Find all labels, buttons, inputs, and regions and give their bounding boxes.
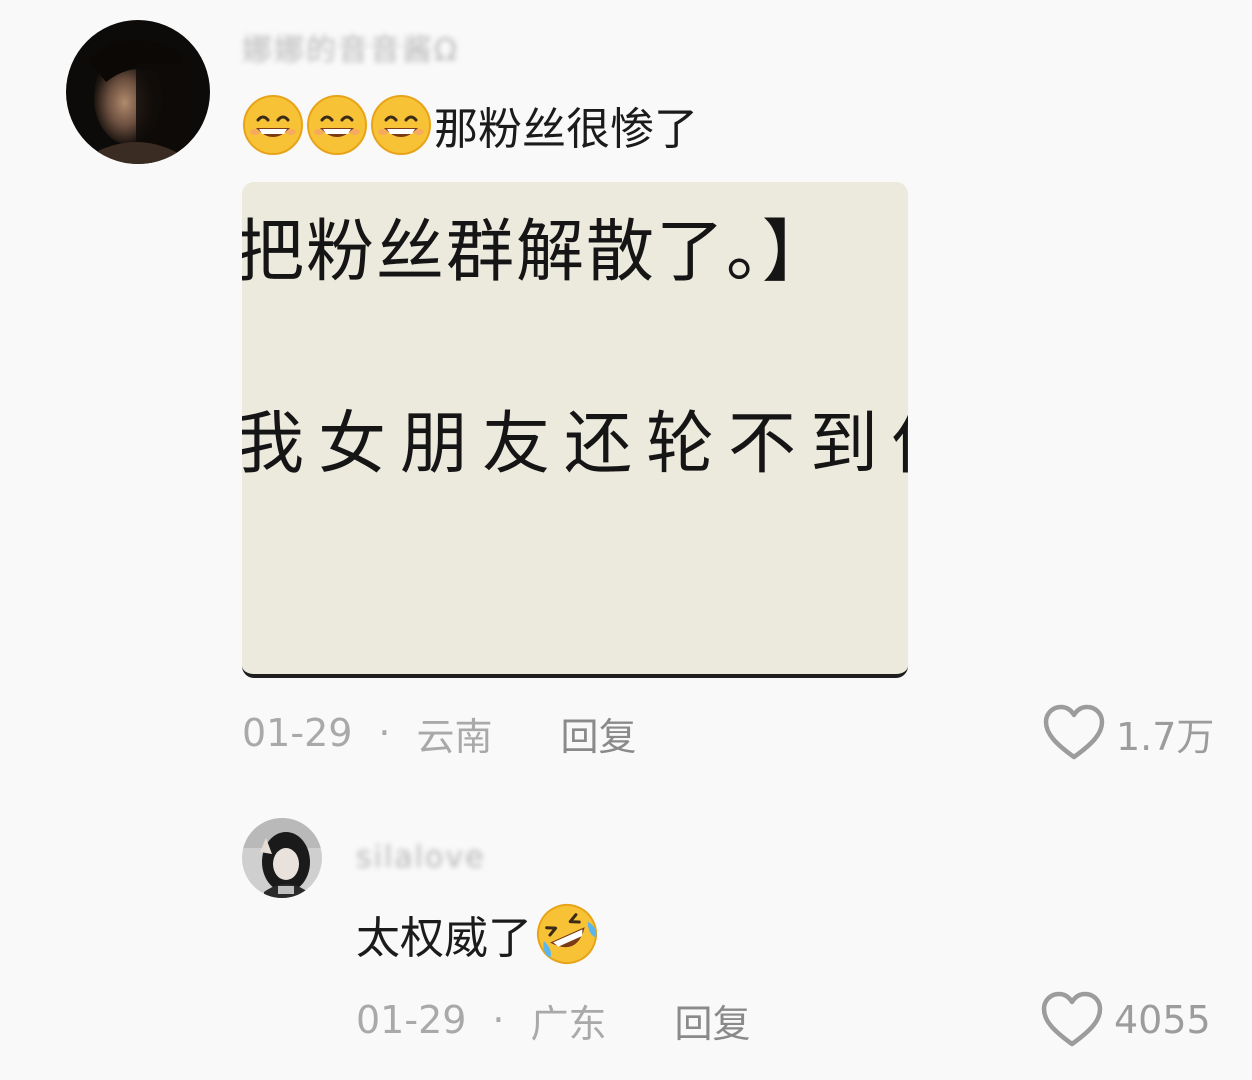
- comment-meta: 01-29 · 广东 回复: [356, 993, 751, 1048]
- heart-icon[interactable]: [1042, 704, 1106, 762]
- commenter-username[interactable]: 娜娜的音音酱Ω: [242, 25, 459, 69]
- comment-date: 01-29: [242, 711, 353, 755]
- comment-text-content: 太权威了: [356, 913, 532, 964]
- image-text-line-2: 我女朋友还轮不到他: [242, 405, 908, 484]
- grinning-emoji: [306, 94, 368, 156]
- heart-icon[interactable]: [1040, 991, 1104, 1049]
- comment-text-content: 那粉丝很惨了: [434, 104, 698, 155]
- grinning-emoji: [242, 94, 304, 156]
- comment-text: 那粉丝很惨了: [242, 94, 698, 156]
- commenter-username[interactable]: silalove: [356, 840, 486, 875]
- comment-text: 太权威了: [356, 904, 602, 964]
- reply-button[interactable]: 回复: [675, 993, 751, 1048]
- like-button[interactable]: 1.7万: [1042, 704, 1214, 762]
- grinning-emoji: [370, 94, 432, 156]
- comment-location: 云南: [416, 714, 493, 759]
- reply-button[interactable]: 回复: [561, 706, 637, 761]
- image-text-line-1: 把粉丝群解散了。】: [242, 213, 833, 292]
- like-button[interactable]: 4055: [1040, 990, 1211, 1050]
- commenter-avatar[interactable]: [242, 818, 322, 898]
- commenter-avatar[interactable]: [66, 20, 210, 164]
- like-count: 1.7万: [1116, 714, 1215, 759]
- meta-separator: ·: [378, 711, 391, 755]
- comment-location: 广东: [530, 1001, 607, 1046]
- rolling-on-floor-laughing-emoji: [534, 901, 600, 967]
- meta-separator: ·: [492, 998, 505, 1042]
- comment-date: 01-29: [356, 998, 467, 1042]
- attached-image[interactable]: 把粉丝群解散了。】 我女朋友还轮不到他: [242, 182, 908, 678]
- comment-meta: 01-29 · 云南 回复: [242, 706, 637, 761]
- like-count: 4055: [1114, 998, 1211, 1042]
